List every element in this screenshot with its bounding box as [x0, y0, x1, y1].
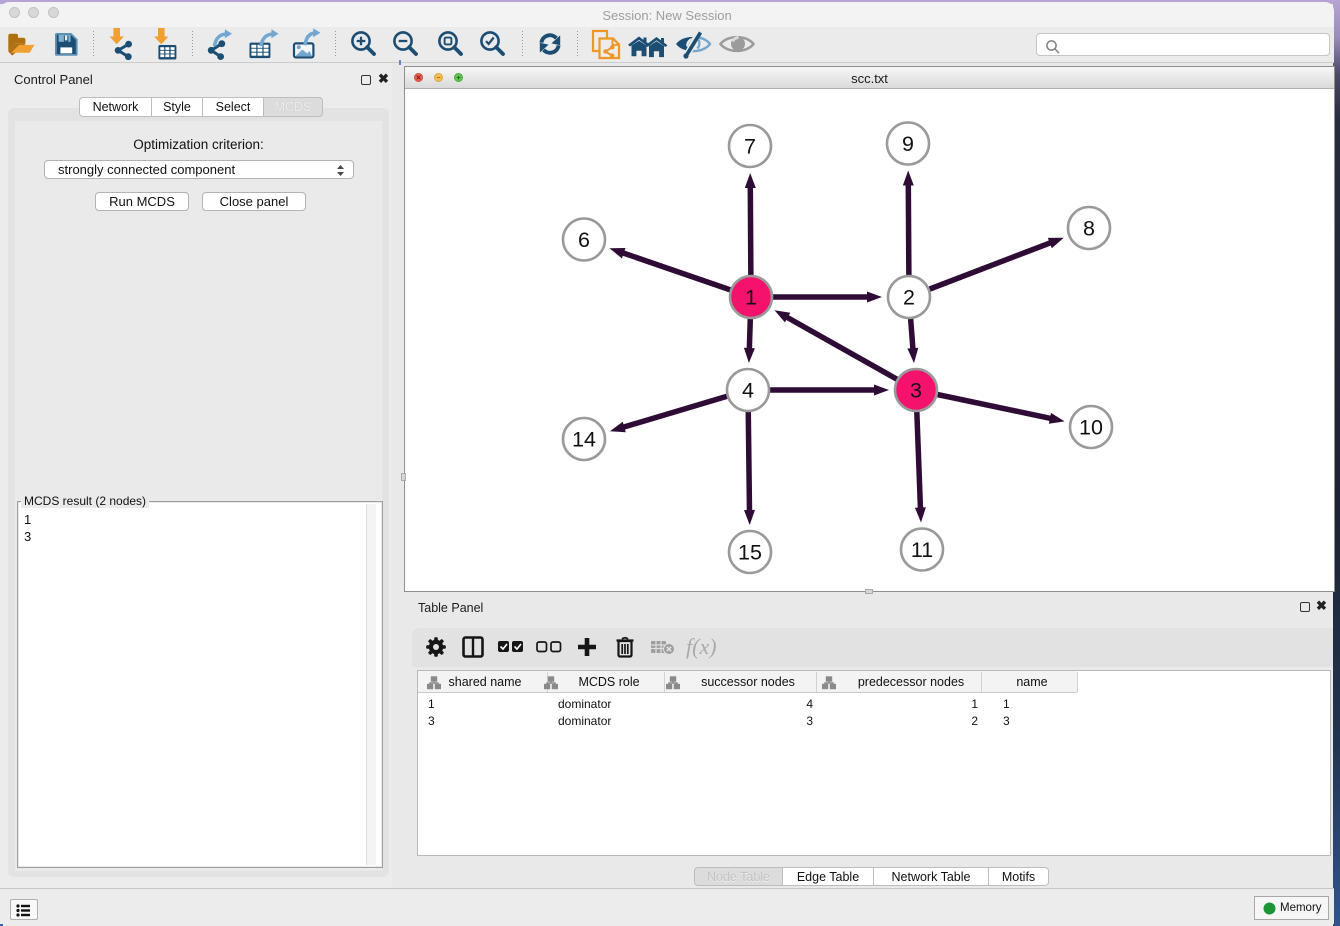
- svg-text:9: 9: [902, 132, 914, 156]
- svg-text:11: 11: [911, 538, 933, 562]
- svg-text:3: 3: [910, 379, 922, 403]
- svg-text:4: 4: [742, 379, 754, 403]
- svg-text:10: 10: [1079, 416, 1103, 440]
- svg-text:2: 2: [903, 286, 915, 310]
- svg-text:15: 15: [738, 541, 762, 565]
- svg-text:1: 1: [745, 286, 757, 310]
- svg-text:8: 8: [1083, 217, 1095, 241]
- svg-text:6: 6: [578, 228, 590, 252]
- svg-text:14: 14: [572, 428, 596, 452]
- svg-text:7: 7: [744, 135, 756, 159]
